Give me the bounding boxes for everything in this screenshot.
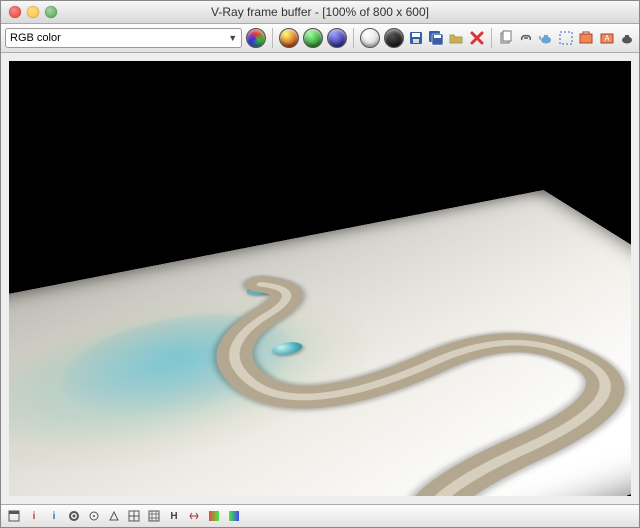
green-swatch-icon <box>303 28 323 48</box>
info-blue-icon[interactable]: i <box>47 509 61 523</box>
history-a-button[interactable] <box>578 28 594 48</box>
color-b-icon[interactable] <box>227 509 241 523</box>
rgb-swatch-icon <box>246 28 266 48</box>
h-letter-icon[interactable]: H <box>167 509 181 523</box>
info-red-icon[interactable]: i <box>27 509 41 523</box>
link-button[interactable] <box>518 28 534 48</box>
window-controls <box>1 6 57 18</box>
clear-icon <box>469 30 485 46</box>
new-window-icon[interactable] <box>7 509 21 523</box>
minimize-icon[interactable] <box>27 6 39 18</box>
swatch-blue-button[interactable] <box>327 28 347 48</box>
statusbar: i i H <box>1 504 639 527</box>
render-button[interactable] <box>538 28 554 48</box>
paste-tube <box>9 190 631 496</box>
teapot2-button[interactable] <box>619 28 635 48</box>
save-all-icon <box>428 30 444 46</box>
color-a-icon[interactable] <box>207 509 221 523</box>
red-swatch-icon <box>279 28 299 48</box>
history-b-icon: A <box>599 30 615 46</box>
swatch-green-button[interactable] <box>303 28 323 48</box>
grid-b-icon[interactable] <box>147 509 161 523</box>
window-title: V-Ray frame buffer - [100% of 800 x 600] <box>1 5 639 19</box>
region-icon <box>558 30 574 46</box>
clear-button[interactable] <box>468 28 484 48</box>
close-icon[interactable] <box>9 6 21 18</box>
grid-a-icon[interactable] <box>127 509 141 523</box>
compare-icon[interactable] <box>187 509 201 523</box>
app-window: V-Ray frame buffer - [100% of 800 x 600]… <box>0 0 640 528</box>
save-all-button[interactable] <box>428 28 444 48</box>
history-b-button[interactable]: A <box>599 28 615 48</box>
separator <box>353 28 354 48</box>
open-button[interactable] <box>448 28 464 48</box>
swatch-rgb-button[interactable] <box>246 28 266 48</box>
target-icon[interactable] <box>87 509 101 523</box>
gear-icon[interactable] <box>67 509 81 523</box>
copy-button[interactable] <box>497 28 513 48</box>
viewport <box>1 53 639 504</box>
history-a-icon <box>578 30 594 46</box>
chevron-down-icon: ▼ <box>228 33 237 43</box>
titlebar: V-Ray frame buffer - [100% of 800 x 600] <box>1 1 639 24</box>
blue-swatch-icon <box>327 28 347 48</box>
levels-icon[interactable] <box>107 509 121 523</box>
render-output[interactable] <box>9 61 631 496</box>
ground-plane <box>9 190 631 496</box>
channel-select-label: RGB color <box>10 32 61 44</box>
swatch-red-button[interactable] <box>279 28 299 48</box>
swatch-white-button[interactable] <box>360 28 380 48</box>
teapot-icon <box>538 30 554 46</box>
swatch-black-button[interactable] <box>384 28 404 48</box>
link-icon <box>518 30 534 46</box>
save-icon <box>408 30 424 46</box>
region-button[interactable] <box>558 28 574 48</box>
separator <box>491 28 492 48</box>
open-icon <box>448 30 464 46</box>
copy-icon <box>498 30 514 46</box>
separator <box>272 28 273 48</box>
black-swatch-icon <box>384 28 404 48</box>
svg-text:A: A <box>604 34 610 43</box>
teapot2-icon <box>619 30 635 46</box>
zoom-icon[interactable] <box>45 6 57 18</box>
channel-select[interactable]: RGB color ▼ <box>5 28 242 48</box>
save-button[interactable] <box>408 28 424 48</box>
white-swatch-icon <box>360 28 380 48</box>
toolbar: RGB color ▼ <box>1 24 639 53</box>
